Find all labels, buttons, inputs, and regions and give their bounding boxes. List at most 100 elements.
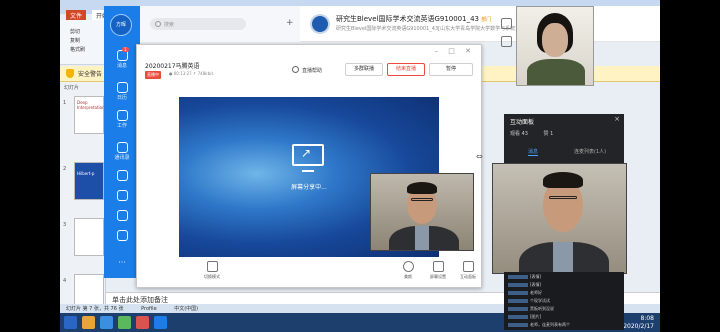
ie-icon[interactable] — [100, 316, 113, 329]
sidebar-item-contacts[interactable]: 通讯录 — [104, 142, 140, 161]
desktop-screen: 文件 开始 剪切 复制 格式刷 安全警告 幻灯片 1 Deep Interpre… — [60, 0, 660, 332]
language-status: 中文(中国) — [174, 306, 199, 312]
sidebar-item-work[interactable]: 工作 — [104, 110, 140, 129]
sidebar-item-calendar[interactable]: 日历 — [104, 82, 140, 101]
slide-thumbnail[interactable] — [74, 218, 104, 256]
explorer-icon[interactable] — [82, 316, 95, 329]
search-input[interactable]: 搜索 — [150, 18, 246, 30]
more-icon[interactable]: ··· — [104, 258, 140, 267]
tab-mic-list[interactable]: 连麦列表(1人) — [574, 148, 606, 155]
thumb-title: Hilbert-p — [77, 171, 95, 176]
phone-icon — [116, 210, 128, 221]
slide-number: 3 — [63, 222, 67, 228]
thumb-title: Deep Interpretation — [77, 100, 105, 110]
chat-list-header: 搜索 + — [140, 6, 300, 42]
share-arrow-icon: ↗ — [301, 146, 312, 160]
sidebar-item-phone[interactable] — [104, 210, 140, 222]
resize-handle-icon[interactable]: ⇔ — [476, 152, 483, 161]
group-tag: 部门 — [481, 17, 492, 23]
sidebar-item-label: 工作 — [116, 123, 127, 129]
calendar-icon — [116, 82, 128, 93]
slide-thumbnail[interactable]: Hilbert-p — [74, 162, 104, 200]
app-icon[interactable] — [118, 316, 131, 329]
theme-status: Profile — [141, 306, 157, 312]
live-status-badge: 直播中 — [145, 71, 161, 79]
switch-mode-button[interactable]: 切换模式 — [197, 261, 227, 280]
cloud-icon — [116, 230, 128, 241]
app-sidebar: 方晖 1 消息 日历 工作 通讯录 ··· — [104, 6, 140, 278]
add-button[interactable]: + — [286, 18, 294, 28]
teacher-camera — [516, 6, 594, 86]
slide-number: 2 — [63, 166, 67, 172]
live-meta: ● 00:13:27 ↑ 748kb/s — [169, 71, 214, 76]
powerpoint-icon[interactable] — [136, 316, 149, 329]
group-name[interactable]: 研究生Blevel国际学术交流英语G910001_43 部门 — [336, 14, 491, 24]
audio-settings-button[interactable]: 屏幕设置 — [423, 261, 453, 280]
chat-message-list: [表情] [表情] 老师好 个现学试试 黑板听到没说 [图片] 老师，连麦列表有… — [504, 272, 624, 330]
tool-label: 互动面板 — [460, 274, 476, 279]
pause-button[interactable]: 暂停 — [429, 63, 473, 76]
dingtalk-icon[interactable] — [154, 316, 167, 329]
sidebar-item-drive[interactable] — [104, 230, 140, 242]
window-controls[interactable]: – □ ✕ — [435, 47, 475, 55]
end-live-button[interactable]: 结束直播 — [387, 63, 425, 76]
list-item: [表情] — [508, 282, 541, 288]
like-count: 赞 1 — [543, 131, 554, 137]
start-icon[interactable] — [64, 316, 77, 329]
interaction-panel: 互动面板 × 观看 43 赞 1 消息 连麦列表(1人) — [504, 114, 624, 164]
sidebar-item-ding[interactable] — [104, 170, 140, 182]
ribbon-cut[interactable]: 剪切 — [70, 28, 80, 35]
live-help-link[interactable]: 直播帮助 — [302, 67, 322, 74]
presenter-camera-small — [370, 173, 474, 251]
microphone-icon — [432, 261, 444, 272]
close-icon[interactable]: × — [614, 115, 620, 123]
slide-panel-tab[interactable]: 幻灯片 — [64, 84, 79, 91]
folder-icon[interactable] — [501, 36, 512, 47]
panel-stats: 观看 43 赞 1 — [510, 130, 553, 137]
list-item: 个现学试试 — [508, 298, 550, 304]
list-item: 老师好 — [508, 290, 542, 296]
clock-time: 8:08 — [640, 315, 654, 322]
multi-group-button[interactable]: 多群联播 — [345, 63, 383, 76]
face-icon — [402, 261, 414, 272]
check-icon — [116, 190, 128, 201]
ribbon-copy[interactable]: 复制 — [70, 37, 80, 44]
help-icon[interactable] — [292, 66, 299, 73]
live-stream-window: – □ ✕ 20200217马腾英语 直播中 ● 00:13:27 ↑ 748k… — [136, 44, 482, 288]
group-subtitle: 研究生Blevel国际学术交流英语G910001_43[山东大学青岛学院大学数学… — [336, 26, 518, 32]
security-warning-text: 安全警告 — [78, 71, 103, 78]
grid-icon — [116, 110, 128, 121]
slide-number: 4 — [63, 278, 67, 284]
contacts-icon — [116, 142, 128, 153]
sidebar-item-messages[interactable]: 1 消息 — [104, 47, 140, 69]
ding-icon — [116, 170, 128, 181]
sidebar-item-tasks[interactable] — [104, 190, 140, 202]
avatar[interactable]: 方晖 — [110, 14, 132, 36]
tool-label: 屏幕设置 — [430, 274, 446, 279]
tab-messages[interactable]: 消息 — [528, 148, 539, 156]
ribbon-format-painter[interactable]: 格式刷 — [70, 46, 85, 53]
list-item: 黑板听到没说 — [508, 306, 554, 312]
slide-thumbnail-panel: 幻灯片 1 Deep Interpretation 2 Hilbert-p 3 … — [60, 82, 106, 312]
sidebar-item-label: 消息 — [116, 63, 127, 69]
layout-icon — [206, 261, 218, 272]
list-item: [图片] — [508, 314, 541, 320]
slide-thumbnail[interactable]: Deep Interpretation — [74, 96, 105, 134]
taskbar-clock: 8:08 2020/2/17 — [623, 315, 654, 331]
share-icon[interactable] — [501, 18, 512, 29]
sidebar-item-label: 日历 — [116, 95, 127, 101]
ppt-tab-file[interactable]: 文件 — [66, 10, 87, 20]
search-icon — [155, 21, 161, 27]
interaction-panel-button[interactable]: 互动面板 — [453, 261, 483, 280]
chat-icon — [462, 261, 474, 272]
beauty-button[interactable]: 美颜 — [393, 261, 423, 280]
group-name-text: 研究生Blevel国际学术交流英语G910001_43 — [336, 15, 480, 23]
live-title: 20200217马腾英语 — [145, 63, 200, 70]
list-item: [表情] — [508, 274, 541, 280]
list-item: 老师，连麦列表有两个 — [508, 322, 570, 328]
presenter-camera-large — [492, 163, 627, 274]
tool-label: 切换模式 — [204, 274, 220, 279]
tool-label: 美颜 — [404, 274, 412, 279]
shield-icon — [66, 69, 74, 78]
unread-badge: 1 — [122, 47, 129, 52]
